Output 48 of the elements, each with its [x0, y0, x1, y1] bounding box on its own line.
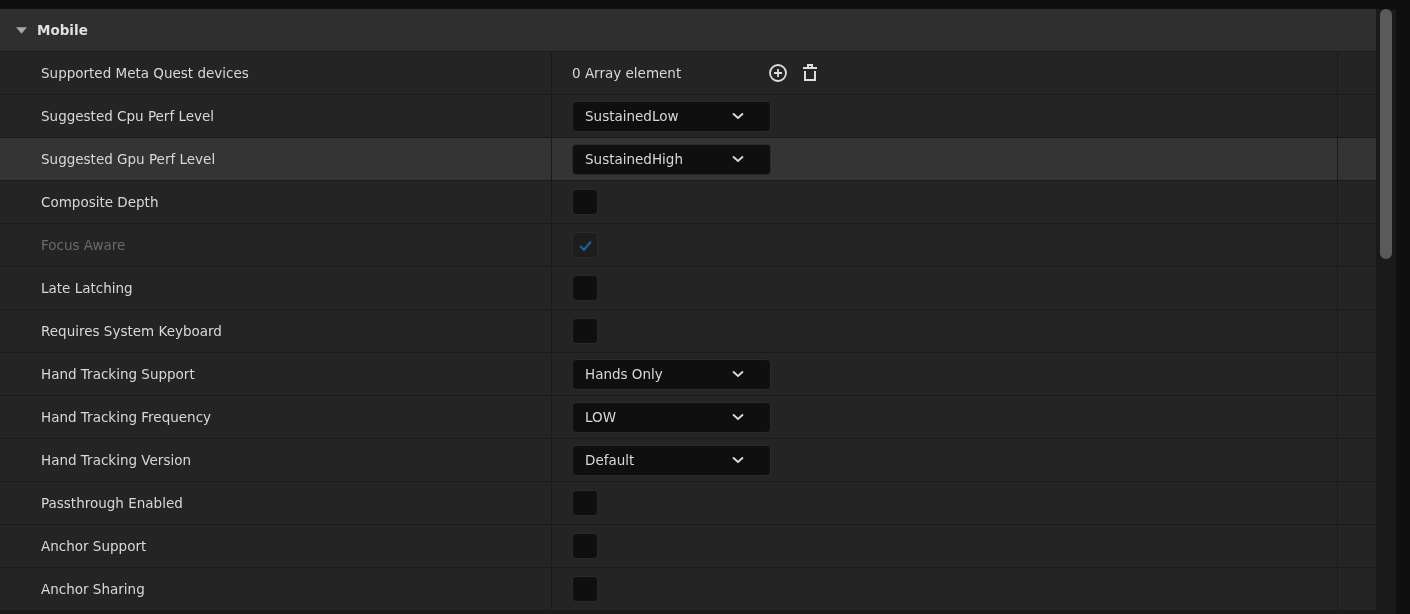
- property-row[interactable]: Composite Depth: [0, 181, 1376, 224]
- property-row[interactable]: Hand Tracking Support Hands Only: [0, 353, 1376, 396]
- property-row[interactable]: Late Latching: [0, 267, 1376, 310]
- dropdown[interactable]: SustainedLow: [572, 100, 771, 132]
- property-label: Focus Aware: [41, 237, 126, 253]
- property-label: Suggested Gpu Perf Level: [41, 151, 216, 167]
- checkbox[interactable]: [572, 189, 598, 215]
- property-label: Requires System Keyboard: [41, 323, 222, 339]
- chevron-icon: [732, 155, 744, 163]
- checkbox[interactable]: [572, 275, 598, 301]
- chevron-icon: [732, 112, 744, 120]
- dropdown[interactable]: SustainedHigh: [572, 143, 771, 175]
- scrollbar-thumb[interactable]: [1380, 9, 1392, 259]
- section-header[interactable]: Mobile: [0, 9, 1376, 52]
- checkbox[interactable]: [572, 576, 598, 602]
- expand-arrow-icon: [16, 24, 27, 36]
- property-row[interactable]: Passthrough Enabled: [0, 482, 1376, 525]
- property-label: Hand Tracking Frequency: [41, 409, 212, 425]
- array-count: 0 Array element: [572, 65, 683, 81]
- add-icon[interactable]: [768, 63, 788, 83]
- property-label: Passthrough Enabled: [41, 495, 183, 511]
- property-row[interactable]: Requires System Keyboard: [0, 310, 1376, 353]
- section-title: Mobile: [37, 22, 88, 38]
- dropdown[interactable]: Default: [572, 444, 771, 476]
- property-row[interactable]: Hand Tracking Frequency LOW: [0, 396, 1376, 439]
- dropdown[interactable]: Hands Only: [572, 358, 771, 390]
- property-label: Late Latching: [41, 280, 133, 296]
- property-label: Hand Tracking Support: [41, 366, 195, 382]
- checkbox[interactable]: [572, 490, 598, 516]
- checkbox[interactable]: [572, 533, 598, 559]
- checkbox[interactable]: [572, 318, 598, 344]
- chevron-icon: [732, 413, 744, 421]
- property-row[interactable]: Suggested Cpu Perf Level SustainedLow: [0, 95, 1376, 138]
- property-label: Anchor Support: [41, 538, 147, 554]
- property-row[interactable]: Suggested Gpu Perf Level SustainedHigh: [0, 138, 1376, 181]
- property-label: Anchor Sharing: [41, 581, 145, 597]
- property-label: Hand Tracking Version: [41, 452, 191, 468]
- property-row[interactable]: Anchor Sharing: [0, 568, 1376, 611]
- property-row[interactable]: Supported Meta Quest devices 0 Array element: [0, 52, 1376, 95]
- dropdown[interactable]: LOW: [572, 401, 771, 433]
- property-label: Suggested Cpu Perf Level: [41, 108, 215, 124]
- property-label: Supported Meta Quest devices: [41, 65, 249, 81]
- trash-icon[interactable]: [800, 63, 820, 83]
- chevron-icon: [732, 370, 744, 378]
- chevron-icon: [732, 456, 744, 464]
- property-row[interactable]: Hand Tracking Version Default: [0, 439, 1376, 482]
- property-label: Composite Depth: [41, 194, 159, 210]
- property-row[interactable]: Anchor Support: [0, 525, 1376, 568]
